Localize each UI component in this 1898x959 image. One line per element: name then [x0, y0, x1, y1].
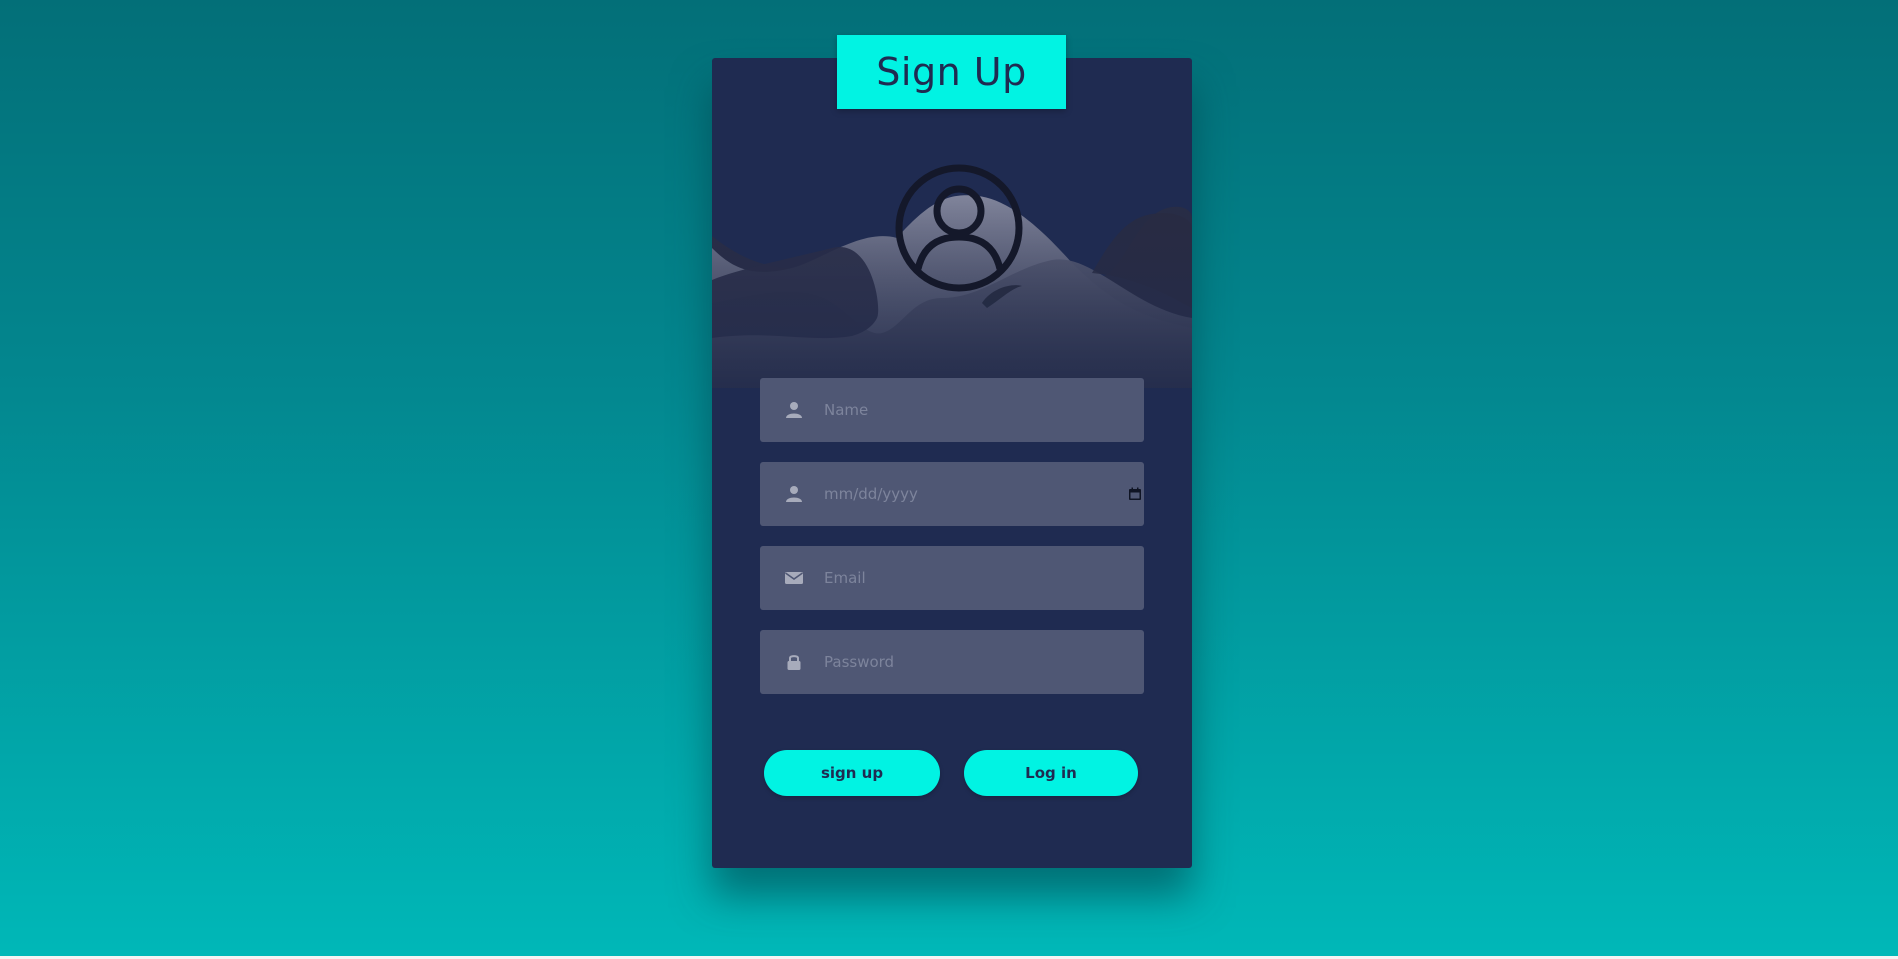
birthdate-field: mm/dd/yyyy: [760, 462, 1144, 526]
log-in-button[interactable]: Log in: [964, 750, 1138, 796]
name-field: [760, 378, 1144, 442]
birthdate-input[interactable]: mm/dd/yyyy: [824, 462, 918, 526]
user-icon: [786, 402, 802, 418]
user-avatar-icon: [895, 164, 1023, 292]
email-field: [760, 546, 1144, 610]
password-field: [760, 630, 1144, 694]
page-title-badge: Sign Up: [837, 35, 1066, 109]
lock-icon: [787, 655, 801, 670]
password-input[interactable]: [824, 630, 1124, 694]
page-title: Sign Up: [876, 50, 1027, 94]
name-input[interactable]: [824, 378, 1124, 442]
calendar-icon[interactable]: [1128, 487, 1142, 501]
envelope-icon: [785, 572, 803, 584]
user-icon: [786, 486, 802, 502]
sign-up-button[interactable]: sign up: [764, 750, 940, 796]
email-input[interactable]: [824, 546, 1124, 610]
